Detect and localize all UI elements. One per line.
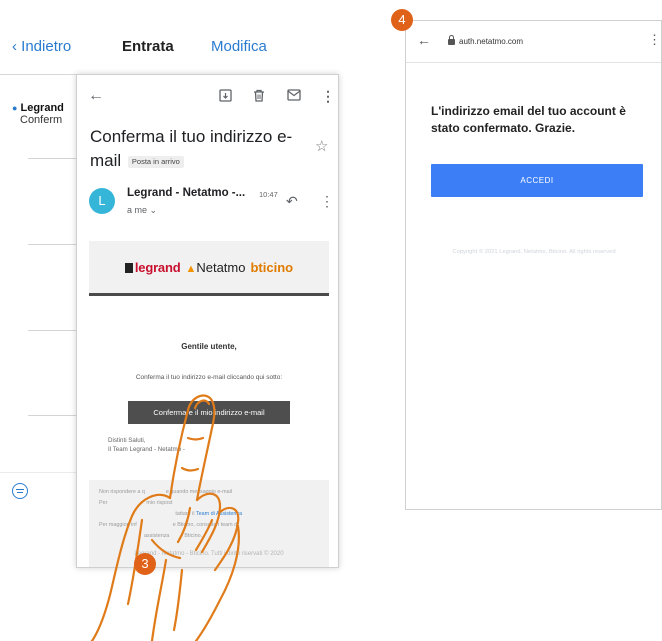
legrand-logo: legrand [124,260,181,275]
edit-button[interactable]: Modifica [211,38,267,55]
chevron-left-icon: ‹ [12,38,17,55]
list-item[interactable]: ● Legrand Conferm [12,102,64,126]
arrow-left-icon[interactable]: ← [88,88,104,104]
brand-logos: legrand ▲Netatmo bticino [89,241,329,293]
avatar[interactable]: L [89,188,115,214]
greeting: Gentile utente, [181,342,237,351]
sender-name: Legrand - Netatmo -... [127,187,246,199]
inbox-label-chip[interactable]: Posta in arrivo [127,155,184,168]
instruction-figure: ‹ Indietro Entrata Modifica ● Legrand Co… [0,0,662,641]
more-vertical-icon[interactable]: ⋮ [320,193,334,210]
archive-icon[interactable] [219,89,232,104]
arrow-left-icon[interactable]: ← [417,32,431,48]
more-vertical-icon[interactable]: ⋮ [321,89,335,103]
gmail-toolbar: ← ⋮ [77,75,338,119]
netatmo-logo: ▲Netatmo [185,259,246,275]
star-icon[interactable]: ☆ [315,137,328,155]
more-vertical-icon[interactable]: ⋮ [648,33,661,46]
url-field[interactable]: auth.netatmo.com [459,37,523,46]
back-label: Indietro [21,38,72,55]
login-button[interactable]: ACCEDI [431,164,643,197]
chevron-down-icon: ⌄ [149,205,158,215]
page-copyright: Copyright © 2021 Legrand, Netatmo, Btici… [452,249,616,255]
email-subject-text: Conferma il tuo indirizzo e-mail [90,127,293,170]
step-marker-4: 4 [391,9,413,31]
message-sender: Legrand [20,102,64,114]
confirmation-message: L'indirizzo email del tuo account è stat… [431,104,626,135]
recipient-toggle[interactable]: a me ⌄ [127,205,157,216]
bticino-logo: bticino [250,259,294,275]
back-button[interactable]: ‹ Indietro [12,38,71,55]
address-bar: ← auth.netatmo.com ⋮ [406,21,661,63]
filter-icon[interactable] [12,483,28,499]
browser-screen: ← auth.netatmo.com ⋮ L'indirizzo email d… [405,20,662,510]
mail-icon[interactable] [287,89,301,103]
trash-icon[interactable] [253,89,265,104]
message-time: 10:47 [259,190,278,199]
ios-nav-bar: ‹ Indietro Entrata Modifica [0,25,286,75]
message-subject: Conferm [20,114,63,126]
hand-pointer-icon [90,394,240,641]
mailbox-title: Entrata [122,38,174,55]
reply-icon[interactable]: ↶ [286,193,298,210]
step-marker-3: 3 [134,553,156,575]
recipient-label: a me [127,205,148,215]
lock-icon [448,35,455,45]
email-subject: Conferma il tuo indirizzo e-mail Posta i… [90,125,300,173]
unread-dot-icon: ● [12,103,18,113]
